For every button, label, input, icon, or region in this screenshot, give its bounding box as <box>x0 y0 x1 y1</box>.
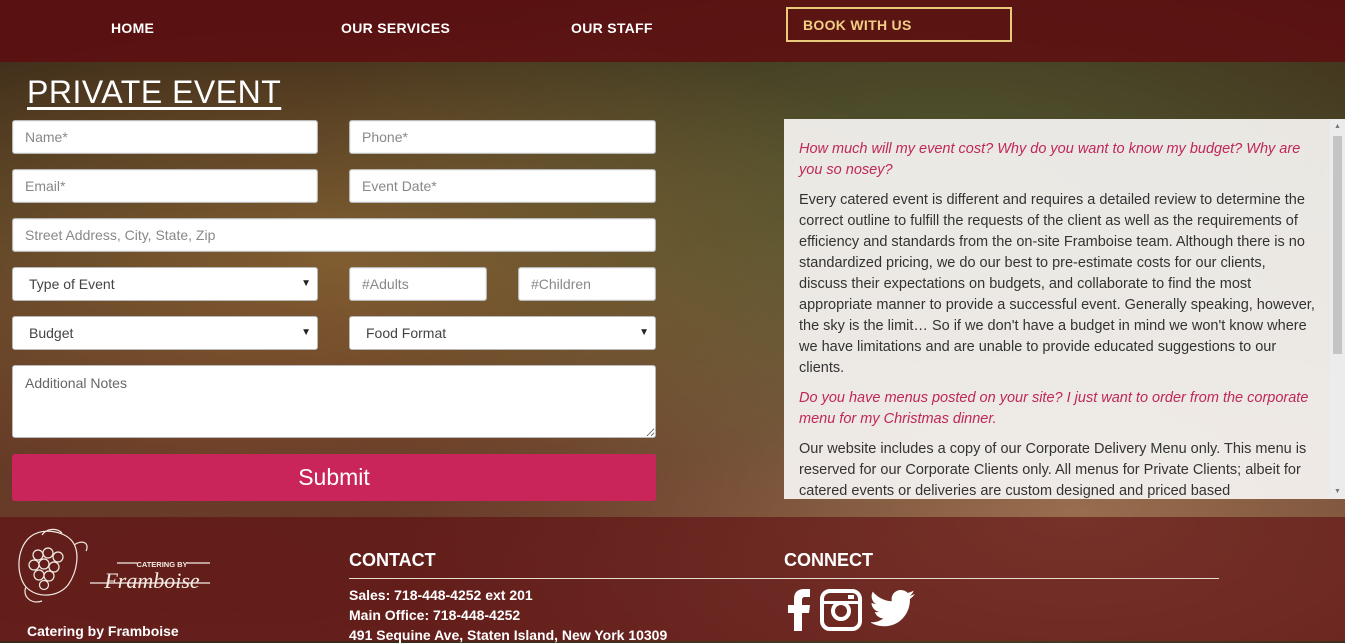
additional-notes-textarea[interactable] <box>12 365 656 438</box>
faq-scrollbar[interactable]: ▲ ▼ <box>1330 119 1345 499</box>
connect-heading: CONNECT <box>784 550 873 570</box>
adults-input[interactable] <box>349 267 487 301</box>
faq-answer: Every catered event is different and req… <box>799 192 1315 376</box>
sales-phone[interactable]: Sales: 718-448-4252 ext 201 <box>349 587 533 603</box>
budget-select[interactable]: Budget ▼ <box>12 316 318 350</box>
brand-name: Catering by Framboise <box>27 623 179 639</box>
main-office-phone[interactable]: Main Office: 718-448-4252 <box>349 607 520 623</box>
budget-value: Budget <box>29 325 74 341</box>
scroll-thumb[interactable] <box>1333 136 1342 354</box>
dropdown-arrow-icon: ▼ <box>301 278 311 289</box>
email-input[interactable] <box>12 169 318 203</box>
food-format-value: Food Format <box>366 325 447 341</box>
food-format-select[interactable]: Food Format ▼ <box>349 316 656 350</box>
scroll-up-arrow-icon[interactable]: ▲ <box>1330 119 1345 134</box>
children-input[interactable] <box>518 267 656 301</box>
event-type-select[interactable]: Type of Event ▼ <box>12 267 318 301</box>
event-date-input[interactable] <box>349 169 656 203</box>
event-type-value: Type of Event <box>29 276 115 292</box>
contact-heading: CONTACT <box>349 550 436 570</box>
faq-content: How much will my event cost? Why do you … <box>799 139 1317 499</box>
instagram-icon[interactable] <box>820 589 862 631</box>
phone-input[interactable] <box>349 120 656 154</box>
facebook-icon[interactable] <box>788 589 812 631</box>
faq-question: Do you have menus posted on your site? I… <box>799 390 1309 427</box>
faq-panel[interactable]: How much will my event cost? Why do you … <box>784 119 1345 499</box>
dropdown-arrow-icon: ▼ <box>639 327 649 338</box>
address-input[interactable] <box>12 218 656 252</box>
faq-answer: Our website includes a copy of our Corpo… <box>799 441 1307 499</box>
raspberry-logo-icon: CATERING BY Framboise <box>18 528 210 603</box>
book-with-us-button[interactable]: BOOK WITH US <box>786 7 1012 42</box>
submit-button[interactable]: Submit <box>12 454 656 501</box>
logo-script-text: Framboise <box>103 568 200 593</box>
top-nav: HOME OUR SERVICES OUR STAFF BOOK WITH US <box>0 0 1345 62</box>
framboise-logo[interactable]: CATERING BY Framboise <box>12 527 212 607</box>
twitter-icon[interactable] <box>871 589 915 629</box>
nav-services-link[interactable]: OUR SERVICES <box>341 20 450 36</box>
faq-question: How much will my event cost? Why do you … <box>799 141 1301 178</box>
footer: CATERING BY Framboise Catering by Frambo… <box>0 517 1345 643</box>
scroll-down-arrow-icon[interactable]: ▼ <box>1330 484 1345 499</box>
page-title: PRIVATE EVENT <box>27 74 282 110</box>
name-input[interactable] <box>12 120 318 154</box>
nav-staff-link[interactable]: OUR STAFF <box>571 20 653 36</box>
nav-home-link[interactable]: HOME <box>111 20 154 36</box>
footer-divider <box>349 578 1219 579</box>
dropdown-arrow-icon: ▼ <box>301 327 311 338</box>
